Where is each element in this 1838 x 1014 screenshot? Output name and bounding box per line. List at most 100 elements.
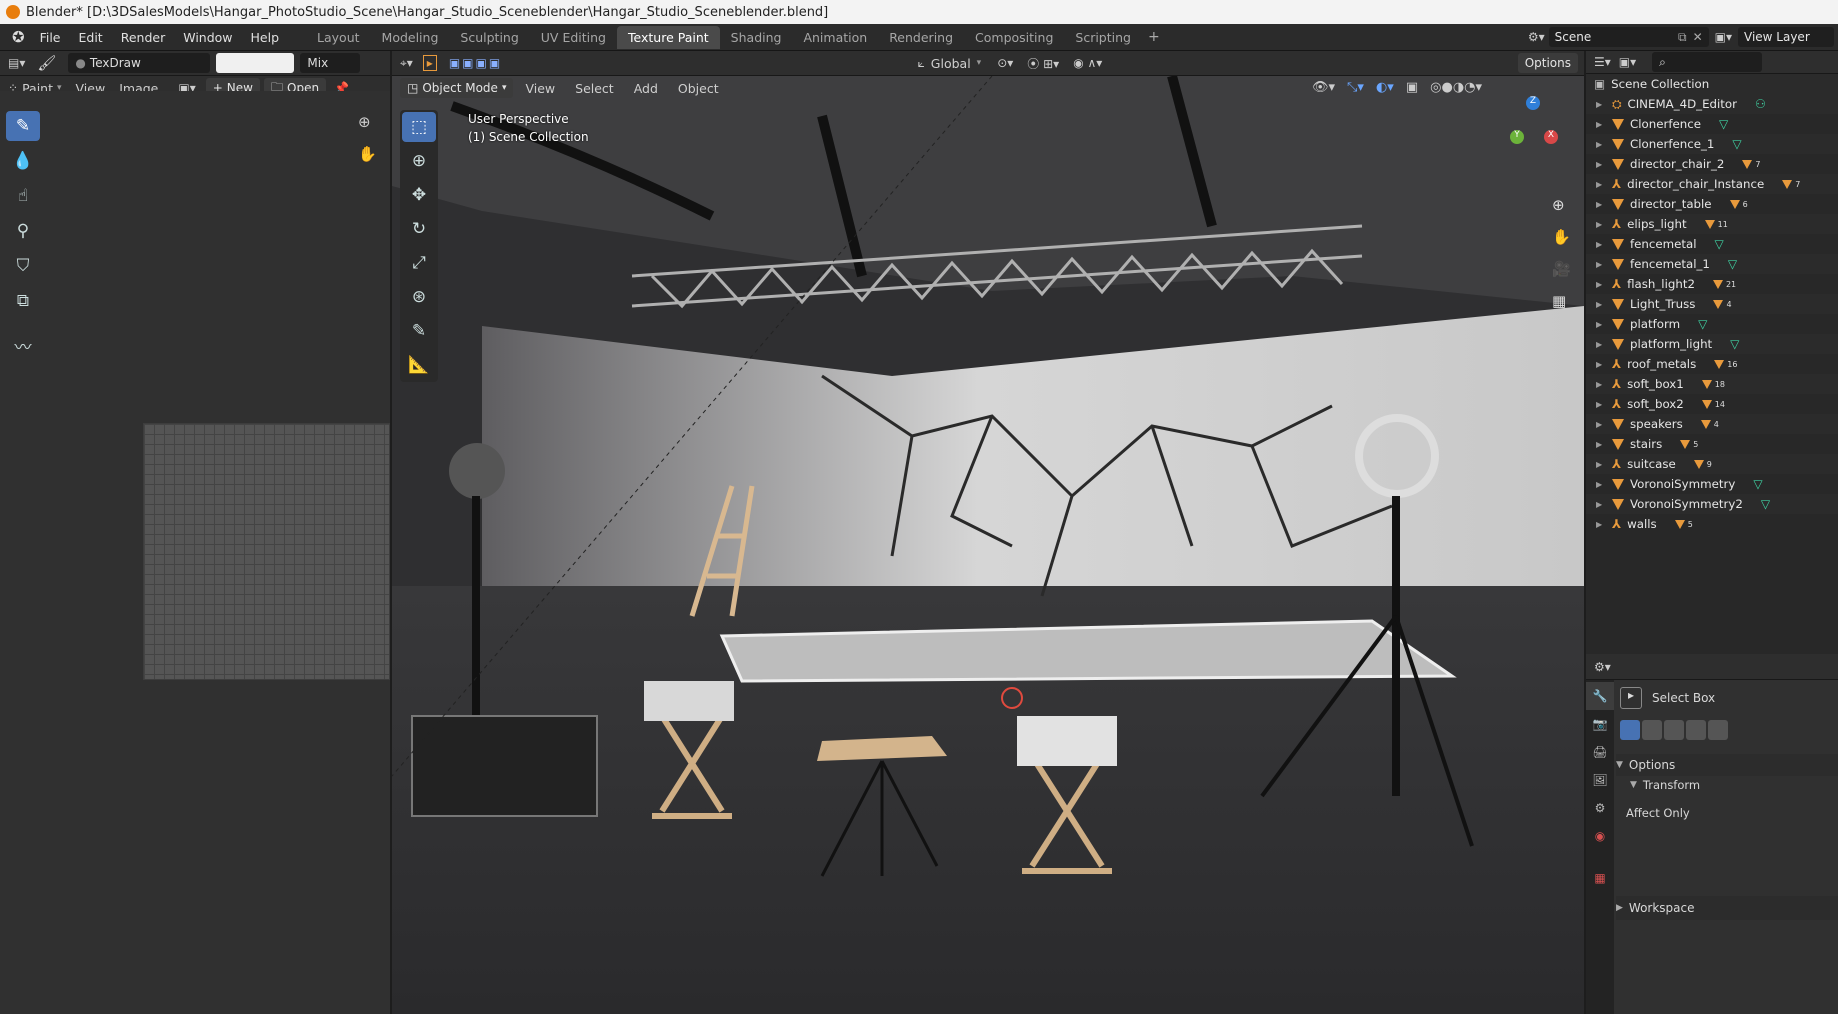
axis-x-icon[interactable]: X <box>1544 130 1558 144</box>
children-mesh-icon[interactable] <box>1782 179 1793 189</box>
axis-z-icon[interactable]: Z <box>1526 96 1540 110</box>
pan-hand-icon[interactable]: ✋ <box>1552 228 1571 246</box>
outliner-item[interactable]: ▶ fencemetal ▽ <box>1586 234 1838 254</box>
mesh-data-icon[interactable]: ▽ <box>1753 477 1762 491</box>
output-tab-icon[interactable]: 🖨 <box>1586 738 1614 766</box>
tab-animation[interactable]: Animation <box>792 26 878 49</box>
camera-icon[interactable]: 🎥 <box>1552 260 1571 278</box>
children-mesh-icon[interactable] <box>1712 279 1723 289</box>
expand-arrow-icon[interactable]: ▶ <box>1596 160 1606 169</box>
zoom-icon[interactable]: ⊕ <box>1552 196 1571 214</box>
add-workspace-button[interactable]: + <box>1142 29 1166 45</box>
outliner-item[interactable]: ▶ ⅄ director_chair_Instance 7 <box>1586 174 1838 194</box>
outliner-item[interactable]: ▶ ⅄ walls 5 <box>1586 514 1838 534</box>
expand-arrow-icon[interactable]: ▶ <box>1596 440 1606 449</box>
children-mesh-icon[interactable] <box>1700 419 1711 429</box>
options-panel-header[interactable]: ▼ Options <box>1616 754 1838 776</box>
expand-arrow-icon[interactable]: ▶ <box>1596 220 1606 229</box>
expand-arrow-icon[interactable]: ▶ <box>1596 240 1606 249</box>
children-mesh-icon[interactable] <box>1680 439 1691 449</box>
outliner-item[interactable]: ▶ Light_Truss 4 <box>1586 294 1838 314</box>
children-mesh-icon[interactable] <box>1729 199 1740 209</box>
outliner-item[interactable]: ▶ stairs 5 <box>1586 434 1838 454</box>
tab-sculpting[interactable]: Sculpting <box>449 26 529 49</box>
expand-arrow-icon[interactable]: ▶ <box>1596 100 1606 109</box>
uv-grid-canvas[interactable] <box>143 423 390 680</box>
outliner-item[interactable]: ▶ speakers 4 <box>1586 414 1838 434</box>
editor-type-icon[interactable]: ▤▾ <box>8 56 25 70</box>
tab-modeling[interactable]: Modeling <box>371 26 450 49</box>
menu-help[interactable]: Help <box>242 30 289 45</box>
clone-tool-icon[interactable]: ⚲ <box>6 216 40 246</box>
brush-icon[interactable]: 🖌 <box>31 54 62 72</box>
expand-arrow-icon[interactable]: ▶ <box>1596 260 1606 269</box>
copy-icon[interactable]: ⧉ <box>1678 30 1687 45</box>
overlay-icon[interactable]: ◐▾ <box>1376 80 1394 95</box>
outliner-item[interactable]: ▶ VoronoiSymmetry ▽ <box>1586 474 1838 494</box>
outliner-item[interactable]: ▶ platform ▽ <box>1586 314 1838 334</box>
outliner-item[interactable]: ▶ fencemetal_1 ▽ <box>1586 254 1838 274</box>
select-box-tool-icon[interactable]: ⬚ <box>402 112 436 142</box>
expand-arrow-icon[interactable]: ▶ <box>1596 400 1606 409</box>
children-mesh-icon[interactable] <box>1713 299 1724 309</box>
outliner-item[interactable]: ▶ ⅄ flash_light2 21 <box>1586 274 1838 294</box>
menu-window[interactable]: Window <box>174 30 241 45</box>
menu-file[interactable]: File <box>31 30 70 45</box>
measure-tool-icon[interactable]: 📐 <box>402 350 436 380</box>
outliner-item[interactable]: ▶ ⅄ elips_light 11 <box>1586 214 1838 234</box>
expand-arrow-icon[interactable]: ▶ <box>1596 180 1606 189</box>
expand-arrow-icon[interactable]: ▶ <box>1596 320 1606 329</box>
outliner-item[interactable]: ▶ ⅄ roof_metals 16 <box>1586 354 1838 374</box>
transform-subpanel-header[interactable]: ▼ Transform <box>1630 778 1700 792</box>
fill-tool-icon[interactable]: ⛉ <box>6 251 40 281</box>
mode-extend-button[interactable] <box>1642 720 1662 740</box>
scale-tool-icon[interactable]: ⤢ <box>402 248 436 278</box>
children-mesh-icon[interactable] <box>1693 459 1704 469</box>
pan-hand-icon[interactable]: ✋ <box>358 145 377 163</box>
object-mode-select[interactable]: ◳ Object Mode ▾ <box>400 78 514 98</box>
tab-uv-editing[interactable]: UV Editing <box>530 26 617 49</box>
view-layer-icon[interactable]: ▣▾ <box>1709 30 1738 44</box>
outliner-editor-icon[interactable]: ☰▾ <box>1594 55 1611 69</box>
children-mesh-icon[interactable] <box>1701 379 1712 389</box>
shading-modes-icon[interactable]: ◎●◑◔▾ <box>1430 80 1482 95</box>
viewport-menu-select[interactable]: Select <box>567 81 622 96</box>
display-mode-icon[interactable]: ▣▾ <box>1619 55 1636 69</box>
grid-icon[interactable]: ▦ <box>1552 292 1571 310</box>
mesh-data-icon[interactable]: ▽ <box>1719 117 1728 131</box>
tab-rendering[interactable]: Rendering <box>878 26 964 49</box>
outliner-item[interactable]: ▶ ⅄ soft_box2 14 <box>1586 394 1838 414</box>
scene-icon[interactable]: ⚙▾ <box>1524 30 1549 44</box>
zoom-icon[interactable]: ⊕ <box>358 113 371 131</box>
workspace-panel-header[interactable]: ▶ Workspace <box>1616 896 1838 920</box>
expand-arrow-icon[interactable]: ▶ <box>1596 360 1606 369</box>
outliner-item[interactable]: ▶ Clonerfence ▽ <box>1586 114 1838 134</box>
axis-y-icon[interactable]: Y <box>1510 130 1524 144</box>
mesh-data-icon[interactable]: ▽ <box>1715 237 1724 251</box>
mesh-data-icon[interactable]: ▽ <box>1698 317 1707 331</box>
select-tool-icon[interactable]: ▸ <box>422 55 437 71</box>
menu-edit[interactable]: Edit <box>70 30 112 45</box>
mesh-data-icon[interactable]: ▽ <box>1728 257 1737 271</box>
children-mesh-icon[interactable] <box>1674 519 1685 529</box>
select-modes-icon[interactable]: ▣▣▣▣ <box>449 56 502 70</box>
viewport-menu-add[interactable]: Add <box>626 81 666 96</box>
draw-tool-icon[interactable]: ✎ <box>6 111 40 141</box>
mesh-data-icon[interactable]: ▽ <box>1761 497 1770 511</box>
transform-tool-icon[interactable]: ⊛ <box>402 282 436 312</box>
options-button[interactable]: Options <box>1517 53 1579 73</box>
snap-icon[interactable]: ⦿ ⊞▾ <box>1027 55 1059 72</box>
blend-mode-select[interactable]: Mix <box>300 53 361 73</box>
scene-selector[interactable]: Scene ⧉ ✕ <box>1548 27 1709 47</box>
outliner-item[interactable]: ▶ director_table 6 <box>1586 194 1838 214</box>
brush-color-swatch[interactable] <box>216 53 295 73</box>
brush-name-field[interactable]: ● TexDraw <box>68 53 211 73</box>
scene-tab-icon[interactable]: ⚙ <box>1586 794 1614 822</box>
mode-invert-button[interactable] <box>1686 720 1706 740</box>
texture-tab-icon[interactable]: ▦ <box>1586 864 1614 892</box>
mode-subtract-button[interactable] <box>1664 720 1684 740</box>
annotate-tool-icon[interactable]: 〰 <box>6 330 40 360</box>
expand-arrow-icon[interactable]: ▶ <box>1596 460 1606 469</box>
pivot-icon[interactable]: ⊙▾ <box>997 56 1013 70</box>
visibility-icon[interactable]: 👁▾ <box>1312 80 1335 95</box>
